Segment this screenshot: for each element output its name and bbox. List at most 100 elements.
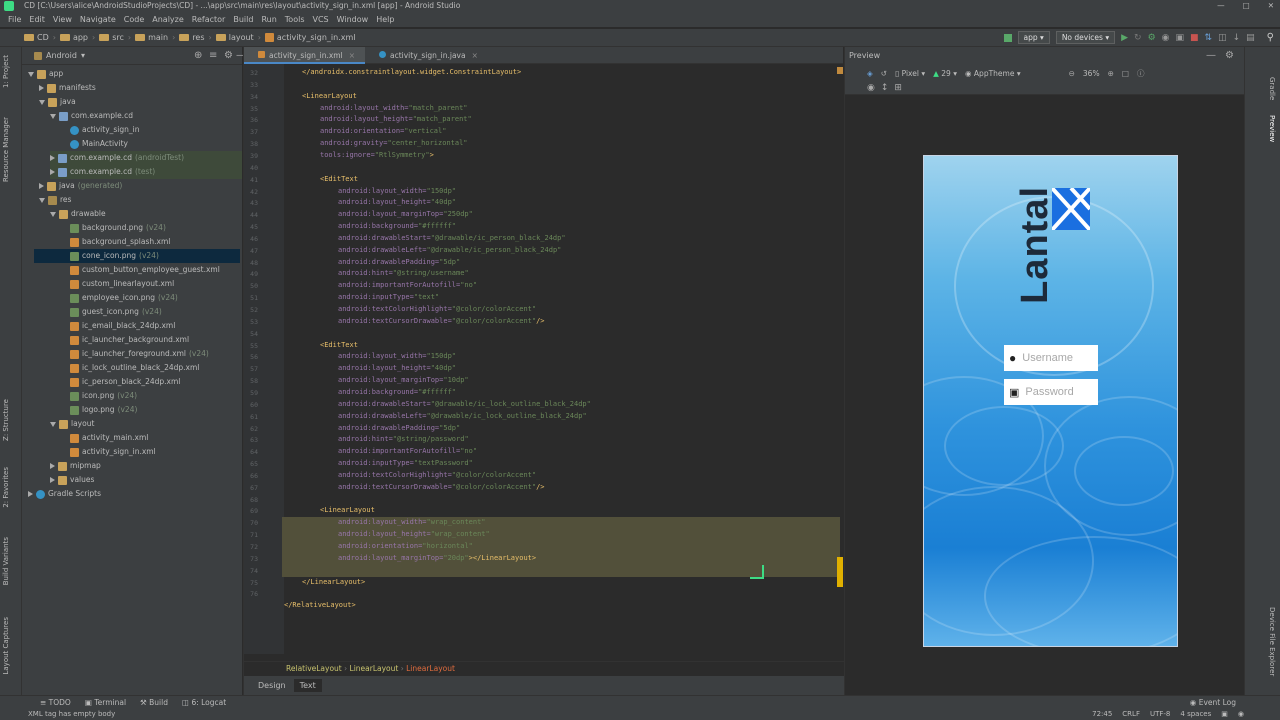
file-encoding[interactable]: UTF-8 xyxy=(1150,709,1170,720)
tree-item[interactable]: activity_sign_in.xml xyxy=(61,445,156,459)
code-line[interactable]: android:layout_width="150dp" xyxy=(338,350,456,362)
gradle-tab[interactable]: Gradle xyxy=(1268,77,1276,100)
code-line[interactable]: android:drawablePadding="5dp" xyxy=(338,256,460,268)
editor-tab[interactable]: activity_sign_in.xml × xyxy=(244,47,365,64)
tree-item[interactable]: guest_icon.png (v24) xyxy=(61,305,162,319)
code-line[interactable]: android:drawableStart="@drawable/ic_lock… xyxy=(338,398,591,410)
tree-item[interactable]: com.example.cd (test) xyxy=(50,165,242,179)
code-line[interactable]: android:drawableLeft="@drawable/ic_lock_… xyxy=(338,410,587,422)
chevron-down-icon[interactable] xyxy=(39,197,45,203)
code-line[interactable]: android:layout_marginTop="20dp" ></Linear… xyxy=(338,552,536,564)
close-icon[interactable]: × xyxy=(349,51,355,60)
code-line[interactable]: android:layout_height="match_parent" xyxy=(320,113,472,125)
locate-icon[interactable]: ⊕ xyxy=(194,50,202,61)
search-everywhere-icon[interactable]: ⚲ xyxy=(1267,32,1274,43)
minimize-icon[interactable]: — xyxy=(1217,0,1225,12)
event-log-tab[interactable]: ◉ Event Log xyxy=(1190,698,1236,707)
project-tool-tab[interactable]: 1: Project xyxy=(2,55,10,88)
info-icon[interactable]: ⓘ xyxy=(1137,68,1145,79)
tree-item[interactable]: drawable xyxy=(50,207,106,221)
menu-navigate[interactable]: Navigate xyxy=(76,12,120,27)
code-line[interactable]: android:layout_marginTop="10dp" xyxy=(338,374,469,386)
zoom-fit-icon[interactable]: □ xyxy=(1122,69,1129,78)
chevron-right-icon[interactable] xyxy=(50,477,55,483)
tree-item[interactable]: layout xyxy=(50,417,94,431)
tree-item[interactable]: icon.png (v24) xyxy=(61,389,137,403)
eye-icon[interactable]: ◉ xyxy=(867,83,875,93)
code-line[interactable]: android:layout_height="wrap_content" xyxy=(338,528,490,540)
password-field[interactable]: ▣ Password xyxy=(1004,379,1098,405)
tree-item[interactable]: logo.png (v24) xyxy=(61,403,137,417)
code-line[interactable]: android:orientation="vertical" xyxy=(320,125,446,137)
tree-item[interactable]: mipmap xyxy=(50,459,101,473)
xml-crumb-relativelayout[interactable]: RelativeLayout xyxy=(286,664,342,673)
margins-icon[interactable]: ↕ xyxy=(881,83,889,93)
chevron-down-icon[interactable] xyxy=(39,99,45,105)
code-line[interactable]: tools:ignore="RtlSymmetry"> xyxy=(320,149,434,161)
xml-crumb-linearlayout-inner[interactable]: LinearLayout xyxy=(406,664,455,673)
tree-item[interactable]: manifests xyxy=(39,81,96,95)
code-line[interactable]: android:textColorHighlight="@color/color… xyxy=(338,303,536,315)
todo-tab[interactable]: ≡ TODO xyxy=(40,698,71,707)
xml-crumb-linearlayout[interactable]: LinearLayout xyxy=(350,664,399,673)
code-line[interactable]: <EditText xyxy=(320,339,358,351)
chevron-right-icon[interactable] xyxy=(39,183,44,189)
run-icon[interactable]: ▶ xyxy=(1121,33,1128,43)
tree-item[interactable]: activity_sign_in xyxy=(61,123,140,137)
tree-item[interactable]: java (generated) xyxy=(39,179,122,193)
path-crumb[interactable]: res xyxy=(179,33,205,42)
structure-tab[interactable]: Z: Structure xyxy=(2,399,10,441)
tree-item[interactable]: employee_icon.png (v24) xyxy=(61,291,178,305)
terminal-tab[interactable]: ▣ Terminal xyxy=(85,698,126,707)
code-line[interactable]: </LinearLayout> xyxy=(302,576,365,588)
avd-manager-icon[interactable]: ◫ xyxy=(1218,33,1227,43)
tree-item[interactable]: java xyxy=(39,95,76,109)
tree-item[interactable]: Gradle Scripts xyxy=(28,487,101,501)
code-line[interactable]: android:importantForAutofill="no" xyxy=(338,279,477,291)
chevron-down-icon[interactable] xyxy=(50,211,56,217)
collapse-icon[interactable]: ≡ xyxy=(209,50,217,61)
layout-captures-tab[interactable]: Layout Captures xyxy=(2,617,10,675)
code-line[interactable]: android:hint="@string/password" xyxy=(338,433,469,445)
hammer-icon[interactable] xyxy=(1003,33,1012,42)
lock-icon[interactable]: ▣ xyxy=(1221,709,1228,720)
line-separator[interactable]: CRLF xyxy=(1122,709,1140,720)
menu-vcs[interactable]: VCS xyxy=(309,12,333,27)
tree-item[interactable]: res xyxy=(39,193,71,207)
tree-item[interactable]: cone_icon.png (v24) xyxy=(34,249,240,263)
code-line[interactable]: android:layout_marginTop="250dp" xyxy=(338,208,473,220)
guidelines-icon[interactable]: ⊞ xyxy=(894,83,902,93)
build-variants-tab[interactable]: Build Variants xyxy=(2,537,10,585)
layout-inspector-icon[interactable]: ▤ xyxy=(1246,33,1255,43)
layers-icon[interactable]: ◈ xyxy=(867,69,873,78)
tree-item[interactable]: activity_main.xml xyxy=(61,431,148,445)
device-preview[interactable]: Lantal ● Username ▣ Password xyxy=(923,155,1178,647)
code-line[interactable]: android:layout_height="40dp" xyxy=(338,362,456,374)
code-line[interactable]: android:inputType="text" xyxy=(338,291,439,303)
api-select[interactable]: ▲ 29 ▾ xyxy=(933,69,957,78)
sync-icon[interactable]: ⇅ xyxy=(1205,33,1213,43)
path-crumb[interactable]: activity_sign_in.xml xyxy=(264,33,356,42)
gear-icon[interactable]: ⚙ xyxy=(1225,47,1234,65)
gear-icon[interactable]: ⚙ xyxy=(224,50,233,61)
orientation-icon[interactable]: ↺ xyxy=(881,69,887,78)
code-line[interactable]: android:drawablePadding="5dp" xyxy=(338,422,460,434)
code-line[interactable]: android:gravity="center_horizontal" xyxy=(320,137,468,149)
zoom-out-icon[interactable]: ⊖ xyxy=(1069,69,1075,78)
chevron-right-icon[interactable] xyxy=(39,85,44,91)
path-crumb[interactable]: src xyxy=(99,33,124,42)
hide-panel-icon[interactable]: — xyxy=(1206,47,1216,65)
code-line[interactable]: android:textColorHighlight="@color/color… xyxy=(338,469,536,481)
code-line[interactable]: </RelativeLayout> xyxy=(284,599,356,611)
tree-item[interactable]: ic_launcher_foreground.xml (v24) xyxy=(61,347,209,361)
debug-icon[interactable]: ⚙ xyxy=(1148,33,1156,43)
code-line[interactable]: android:layout_width="wrap_content" xyxy=(338,516,486,528)
menu-run[interactable]: Run xyxy=(257,12,280,27)
scroll-marker[interactable] xyxy=(837,557,843,587)
chevron-right-icon[interactable] xyxy=(50,463,55,469)
tree-item[interactable]: ic_email_black_24dp.xml xyxy=(61,319,175,333)
code-line[interactable]: </androidx.constraintlayout.widget.Const… xyxy=(302,66,521,78)
tree-item[interactable]: ic_person_black_24dp.xml xyxy=(61,375,180,389)
project-view-select[interactable]: Android xyxy=(46,51,77,60)
menu-help[interactable]: Help xyxy=(372,12,398,27)
